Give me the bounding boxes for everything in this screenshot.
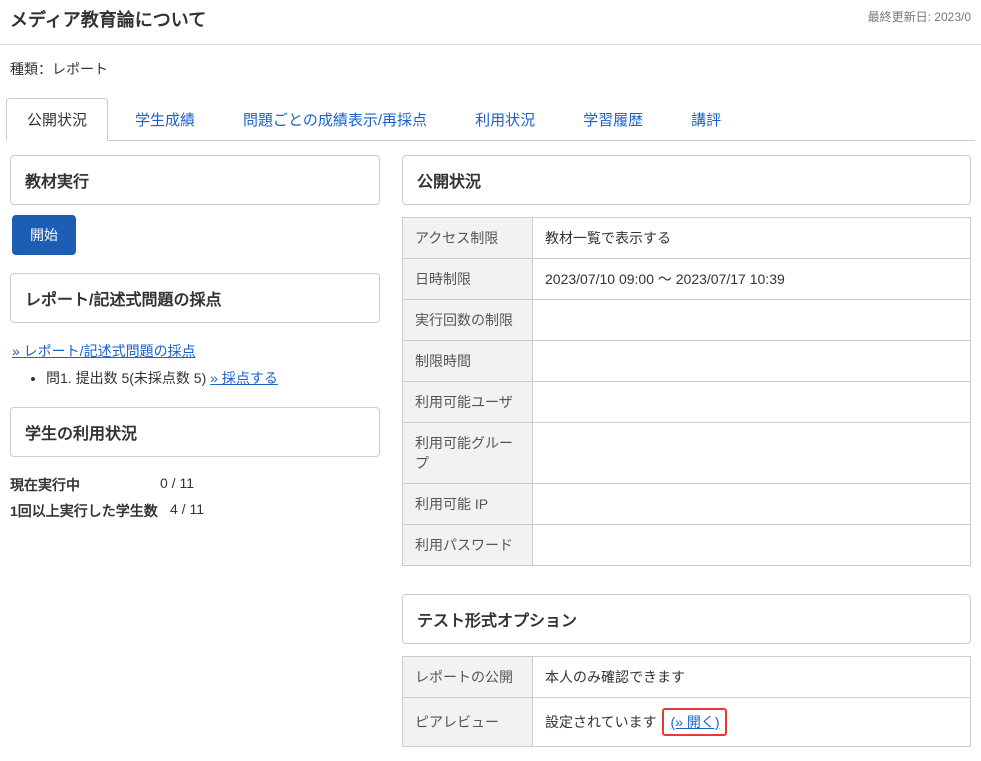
usage-executed-value: 4 / 11	[170, 501, 204, 521]
table-row: 利用可能 IP	[403, 484, 971, 525]
status-users-label: 利用可能ユーザ	[403, 382, 533, 423]
status-datetime-label: 日時制限	[403, 259, 533, 300]
status-access-label: アクセス制限	[403, 218, 533, 259]
status-groups-label: 利用可能グループ	[403, 423, 533, 484]
panel-student-usage: 学生の利用状況	[10, 407, 380, 457]
table-row: レポートの公開 本人のみ確認できます	[403, 657, 971, 698]
panel-title-exec: 教材実行	[25, 168, 365, 192]
status-password-label: 利用パスワード	[403, 525, 533, 566]
panel-grading: レポート/記述式問題の採点	[10, 273, 380, 323]
table-row: 実行回数の制限	[403, 300, 971, 341]
type-label: 種類：レポート	[0, 45, 981, 89]
tab-comments[interactable]: 講評	[670, 98, 742, 141]
table-row: 利用可能グループ	[403, 423, 971, 484]
panel-publish-status: 公開状況	[402, 155, 971, 205]
usage-executed-label: 1回以上実行した学生数	[10, 501, 170, 521]
opt-report-publish-label: レポートの公開	[403, 657, 533, 698]
table-row: アクセス制限教材一覧で表示する	[403, 218, 971, 259]
status-groups-value	[533, 423, 971, 484]
usage-running-label: 現在実行中	[10, 475, 160, 495]
tab-bar: 公開状況 学生成績 問題ごとの成績表示/再採点 利用状況 学習履歴 講評	[6, 97, 975, 141]
table-row: ピアレビュー 設定されています (» 開く)	[403, 698, 971, 747]
page-title: メディア教育論について	[10, 6, 206, 32]
opt-peer-review-label: ピアレビュー	[403, 698, 533, 747]
status-exec-limit-value	[533, 300, 971, 341]
tab-per-question-grades[interactable]: 問題ごとの成績表示/再採点	[222, 98, 448, 141]
panel-title-usage: 学生の利用状況	[25, 420, 365, 444]
status-datetime-value: 2023/07/10 09:00 〜 2023/07/17 10:39	[533, 259, 971, 300]
open-highlight: (» 開く)	[662, 708, 727, 736]
table-row: 制限時間	[403, 341, 971, 382]
link-report-grading[interactable]: » レポート/記述式問題の採点	[12, 343, 196, 359]
opt-peer-review-value: 設定されています	[545, 714, 660, 730]
grading-item-q1: 問1. 提出数 5(未採点数 5) » 採点する	[46, 368, 380, 389]
link-score-q1[interactable]: » 採点する	[210, 370, 278, 386]
table-row: 利用可能ユーザ	[403, 382, 971, 423]
link-open-peer-review[interactable]: (» 開く)	[670, 714, 719, 730]
panel-title-grading: レポート/記述式問題の採点	[25, 286, 365, 310]
status-exec-limit-label: 実行回数の制限	[403, 300, 533, 341]
opt-peer-review-cell: 設定されています (» 開く)	[533, 698, 971, 747]
status-ip-label: 利用可能 IP	[403, 484, 533, 525]
start-button[interactable]: 開始	[12, 215, 76, 255]
q1-text: 問1. 提出数 5(未採点数 5)	[46, 370, 210, 386]
options-table: レポートの公開 本人のみ確認できます ピアレビュー 設定されています (» 開く…	[402, 656, 971, 747]
usage-running-value: 0 / 11	[160, 475, 194, 495]
status-access-value: 教材一覧で表示する	[533, 218, 971, 259]
panel-title-status: 公開状況	[417, 168, 956, 192]
table-row: 日時制限2023/07/10 09:00 〜 2023/07/17 10:39	[403, 259, 971, 300]
tab-learning-history[interactable]: 学習履歴	[562, 98, 664, 141]
tab-student-grades[interactable]: 学生成績	[114, 98, 216, 141]
status-users-value	[533, 382, 971, 423]
panel-title-options: テスト形式オプション	[417, 607, 956, 631]
tab-publish-status[interactable]: 公開状況	[6, 98, 108, 141]
status-password-value	[533, 525, 971, 566]
status-ip-value	[533, 484, 971, 525]
opt-report-publish-value: 本人のみ確認できます	[533, 657, 971, 698]
panel-material-exec: 教材実行	[10, 155, 380, 205]
panel-test-options: テスト形式オプション	[402, 594, 971, 644]
status-time-limit-label: 制限時間	[403, 341, 533, 382]
table-row: 利用パスワード	[403, 525, 971, 566]
tab-usage[interactable]: 利用状況	[454, 98, 556, 141]
last-updated-label: 最終更新日: 2023/0	[868, 6, 971, 25]
status-table: アクセス制限教材一覧で表示する 日時制限2023/07/10 09:00 〜 2…	[402, 217, 971, 566]
status-time-limit-value	[533, 341, 971, 382]
